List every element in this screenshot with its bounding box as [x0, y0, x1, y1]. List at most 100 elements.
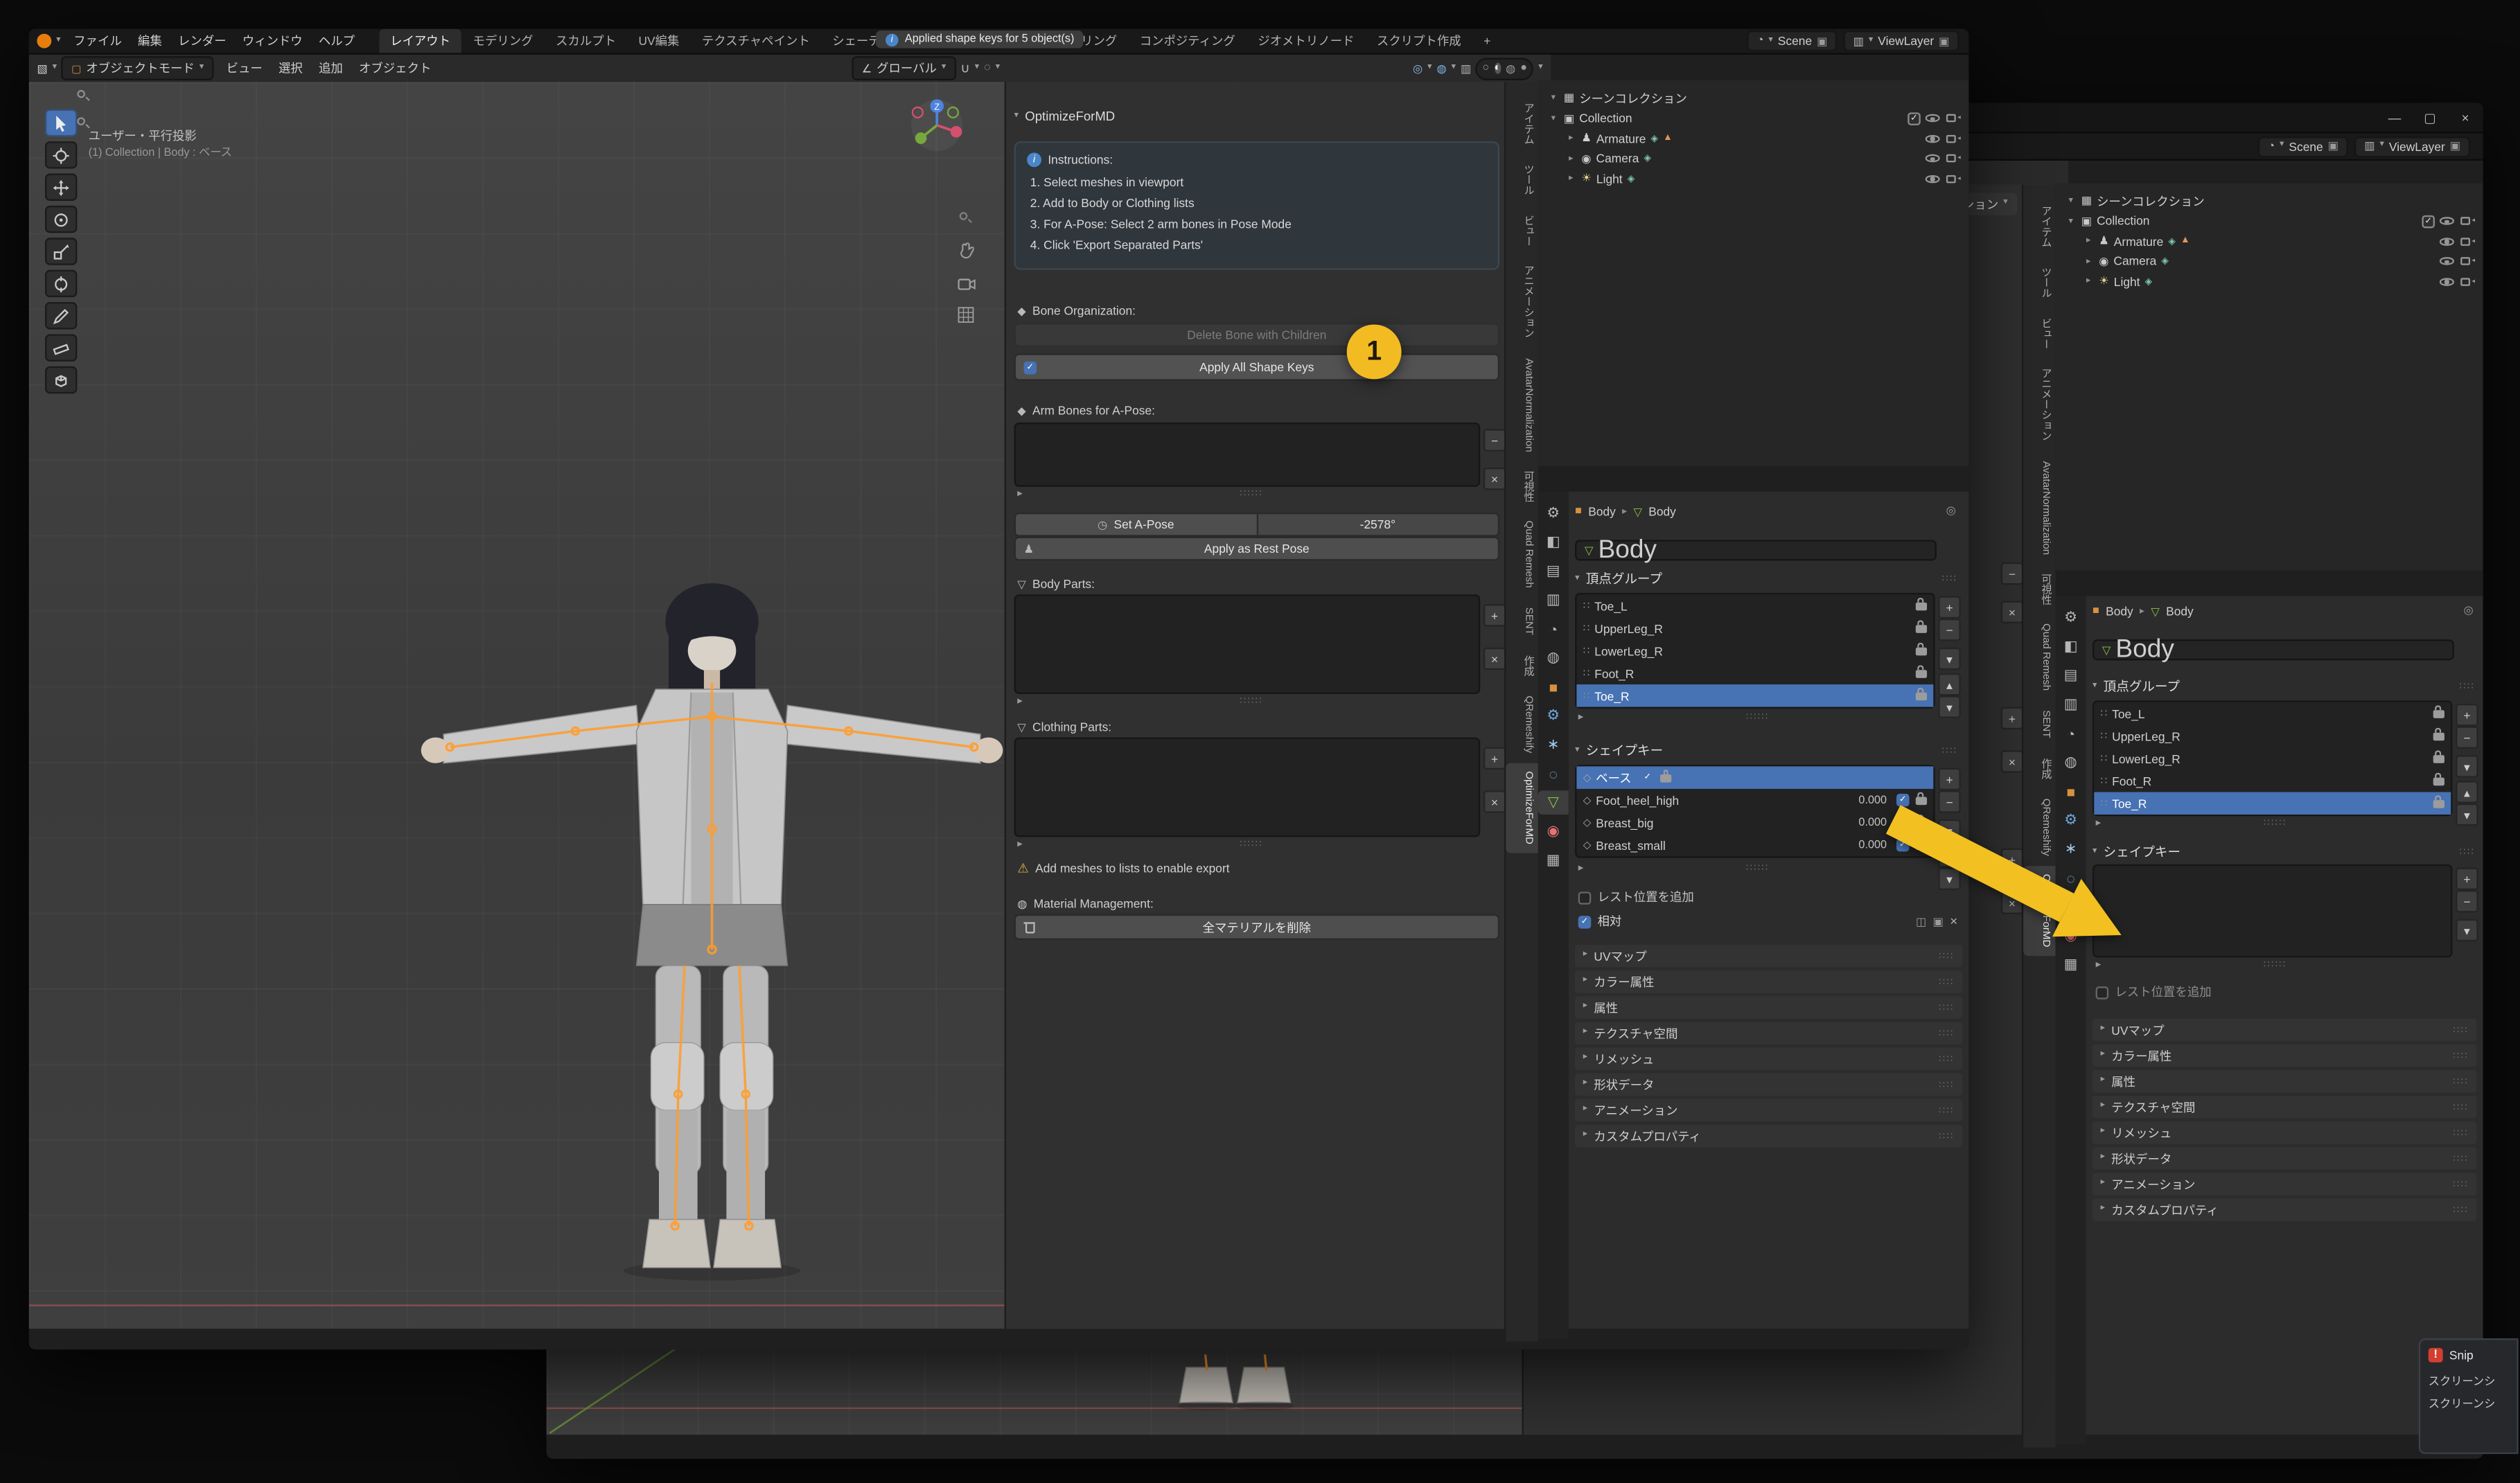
viewport-menu-item[interactable]: 追加	[310, 55, 351, 82]
maximize-button[interactable]: ▢	[2413, 103, 2448, 132]
arm-list-clear-button[interactable]: ×	[1483, 468, 1506, 490]
vertex-group-remove-button[interactable]: −	[1938, 619, 1960, 641]
properties-tab-tool[interactable]: ⚙	[2056, 605, 2086, 630]
relative-checkbox[interactable]: ✓	[1578, 915, 1592, 928]
lock-icon[interactable]	[2433, 754, 2444, 763]
vertex-group-remove-button[interactable]: −	[2456, 726, 2478, 748]
properties-tab-output[interactable]: ▤	[1538, 559, 1569, 583]
vertex-groups-panel-header[interactable]: ▾頂点グループ∷∷	[2092, 678, 2475, 696]
select-box-tool[interactable]	[45, 109, 77, 136]
disclosure-caret-icon[interactable]: ▸	[2083, 277, 2094, 287]
add-workspace-button[interactable]: +	[1472, 29, 1502, 53]
workspace-tab[interactable]: スクリプト作成	[1366, 29, 1472, 53]
workspace-tab[interactable]: テクスチャペイント	[691, 29, 821, 53]
body-list-add-button[interactable]: +	[1483, 604, 1506, 626]
add-rest-position-row[interactable]: レスト位置を追加	[2096, 984, 2212, 1002]
clothing-parts-list[interactable]	[1014, 738, 1481, 837]
move-tool[interactable]	[45, 174, 77, 201]
npanel-tab[interactable]: ツール	[2023, 258, 2055, 305]
body-parts-list[interactable]	[1014, 594, 1481, 694]
arm-bones-list[interactable]	[1014, 423, 1481, 487]
outliner-row[interactable]: ▸ ☀ Light ◈	[1538, 169, 1969, 189]
properties-tab-view-layer[interactable]: ▥	[2056, 693, 2086, 717]
viewport-menu-item[interactable]: 選択	[270, 55, 310, 82]
npanel-tab[interactable]: アニメーション	[2023, 360, 2055, 450]
collapsed-panel[interactable]: ▸ アニメーション ∷∷	[2092, 1173, 2476, 1195]
add-rest-position-row[interactable]: レスト位置を追加	[1578, 889, 1694, 907]
arm-list-remove-button[interactable]: −	[1483, 429, 1506, 451]
eye-visibility-toggle[interactable]	[2440, 274, 2456, 289]
npanel-tab[interactable]: ツール	[1506, 156, 1537, 203]
scene-selector[interactable]: ◔ ▾ Scene ▣	[2258, 136, 2348, 157]
transform-orientation-dropdown[interactable]: ∠ グローバル ▾	[852, 56, 956, 80]
workspace-tab[interactable]: コンポジティング	[1128, 29, 1246, 53]
shape-key-remove-button[interactable]: −	[2456, 890, 2478, 912]
npanel-tab[interactable]: AvatarNormalization	[1506, 349, 1537, 459]
list-expander[interactable]: ▸∷∷∷	[1017, 487, 1477, 500]
vertex-group-row[interactable]: ∷ Toe_R	[1576, 684, 1933, 707]
collapsed-panel[interactable]: ▸ テクスチャ空間 ∷∷	[1575, 1022, 1962, 1044]
breadcrumb-object[interactable]: Body	[2106, 604, 2133, 619]
render-visibility-toggle[interactable]	[2460, 235, 2476, 248]
render-visibility-toggle[interactable]	[2460, 255, 2476, 268]
render-visibility-toggle[interactable]	[2460, 215, 2476, 228]
character-model[interactable]	[414, 564, 1009, 1303]
add-rest-position-checkbox[interactable]	[2096, 986, 2109, 999]
shading-material-icon[interactable]: ◍	[1506, 62, 1515, 75]
npanel-tab[interactable]: ビュー	[1506, 206, 1537, 254]
collapsed-panel[interactable]: ▸ 形状データ ∷∷	[1575, 1073, 1962, 1095]
shading-solid-icon[interactable]: ◐	[1494, 62, 1501, 73]
collapsed-panel[interactable]: ▸ カスタムプロパティ ∷∷	[2092, 1198, 2476, 1220]
render-visibility-toggle[interactable]	[1946, 172, 1962, 186]
list-remove-button[interactable]: −	[2001, 562, 2023, 585]
rotate-tool[interactable]	[45, 206, 77, 233]
scene-selector[interactable]: ◔ ▾ Scene ▣	[1747, 30, 1838, 51]
collapsed-panel[interactable]: ▸ リメッシュ ∷∷	[2092, 1121, 2476, 1144]
menu-item[interactable]: レンダー	[170, 29, 234, 53]
properties-tab-material[interactable]: ◉	[1538, 819, 1569, 844]
collapsed-panel[interactable]: ▸ UVマップ ∷∷	[2092, 1019, 2476, 1041]
properties-tab-particles[interactable]: ∗	[1538, 733, 1569, 757]
eye-visibility-toggle[interactable]	[2440, 254, 2456, 269]
collapsed-panel[interactable]: ▸ アニメーション ∷∷	[1575, 1099, 1962, 1121]
disclosure-caret-icon[interactable]: ▸	[1565, 174, 1576, 184]
render-visibility-toggle[interactable]	[1946, 132, 1962, 145]
snap-magnet-icon[interactable]: ∪	[960, 61, 970, 76]
npanel-tab[interactable]: アニメーション	[1506, 257, 1537, 346]
a-pose-angle-field[interactable]: -2578°	[1258, 514, 1498, 535]
npanel-tab[interactable]: 作成	[1506, 647, 1537, 684]
breadcrumb-data[interactable]: Body	[1648, 504, 1676, 519]
properties-tab-scene[interactable]: ◔	[2056, 721, 2086, 745]
pin-icon[interactable]: ◎	[2464, 604, 2474, 617]
blender-logo-icon[interactable]	[37, 34, 51, 48]
lock-icon[interactable]	[1916, 647, 1927, 655]
eye-visibility-toggle[interactable]	[2440, 214, 2456, 229]
vertex-group-row[interactable]: ∷ UpperLeg_R	[1576, 617, 1933, 639]
vertex-group-specials-button[interactable]: ▾	[1938, 648, 1960, 670]
shape-keys-panel-header[interactable]: ▾シェイプキー∷∷	[1575, 743, 1957, 761]
breadcrumb-object[interactable]: Body	[1588, 504, 1616, 519]
npanel-tab[interactable]: AvatarNormalization	[2023, 452, 2055, 562]
list-expander[interactable]: ▸∷∷∷	[1017, 694, 1477, 707]
disclosure-caret-icon[interactable]: ▸	[1565, 134, 1576, 143]
measure-tool[interactable]	[45, 334, 77, 361]
viewport-menu-item[interactable]: オブジェクト	[351, 55, 439, 82]
render-visibility-toggle[interactable]	[1946, 152, 1962, 166]
data-name-field[interactable]: ▽ Body	[2092, 639, 2454, 660]
zoom-icon[interactable]	[955, 207, 977, 229]
annotate-tool[interactable]	[45, 302, 77, 329]
new-viewlayer-icon[interactable]: ▣	[2450, 140, 2460, 153]
shape-key-row[interactable]: ◇ ベース ✓	[1576, 766, 1933, 788]
properties-tab-object-data[interactable]: ▽	[1538, 790, 1569, 815]
eye-visibility-toggle[interactable]	[1926, 112, 1941, 126]
vertex-group-row[interactable]: ∷ Toe_L	[1576, 594, 1933, 616]
apply-all-shape-keys-button[interactable]: ✓ Apply All Shape Keys	[1014, 353, 1499, 380]
shape-key-specials-button[interactable]: ▾	[2456, 919, 2478, 941]
outliner-row[interactable]: ▸ ☀ Light ◈	[2056, 272, 2483, 292]
vertex-group-add-button[interactable]: +	[1938, 596, 1960, 619]
list-clear-button[interactable]: ×	[2001, 601, 2023, 623]
outliner-row[interactable]: ▸ ♟ Armature ◈ ▲	[2056, 231, 2483, 251]
lock-icon[interactable]	[1916, 669, 1927, 677]
npanel-tab[interactable]: QRemeshify	[1506, 687, 1537, 761]
properties-tab-output[interactable]: ▤	[2056, 664, 2086, 688]
